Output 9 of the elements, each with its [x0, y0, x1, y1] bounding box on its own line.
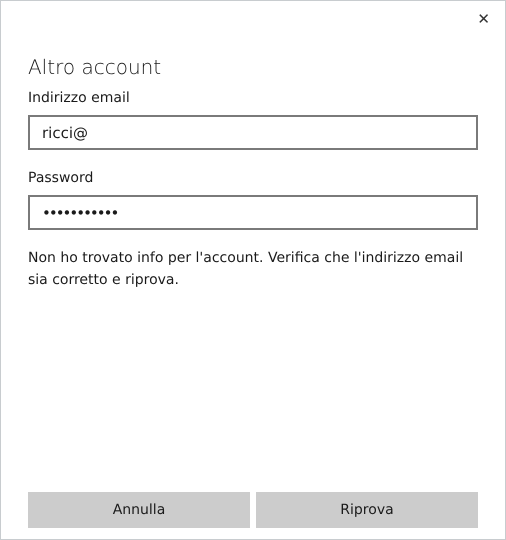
email-field[interactable]: ricci@ — [28, 115, 478, 150]
password-field[interactable]: ••••••••••• — [28, 195, 478, 230]
dialog-title: Altro account — [28, 55, 162, 79]
field-label: Indirizzo email — [28, 90, 131, 106]
dialog-button[interactable]: Annulla — [28, 492, 250, 528]
error-message: Non ho trovato info per l'account. Verifica che l'indirizzo email sia corretto e riprova. — [28, 249, 464, 290]
close-button[interactable]: ✕ — [469, 6, 498, 32]
dialog-button[interactable]: Riprova — [256, 492, 478, 528]
field-label: Password — [28, 170, 94, 186]
